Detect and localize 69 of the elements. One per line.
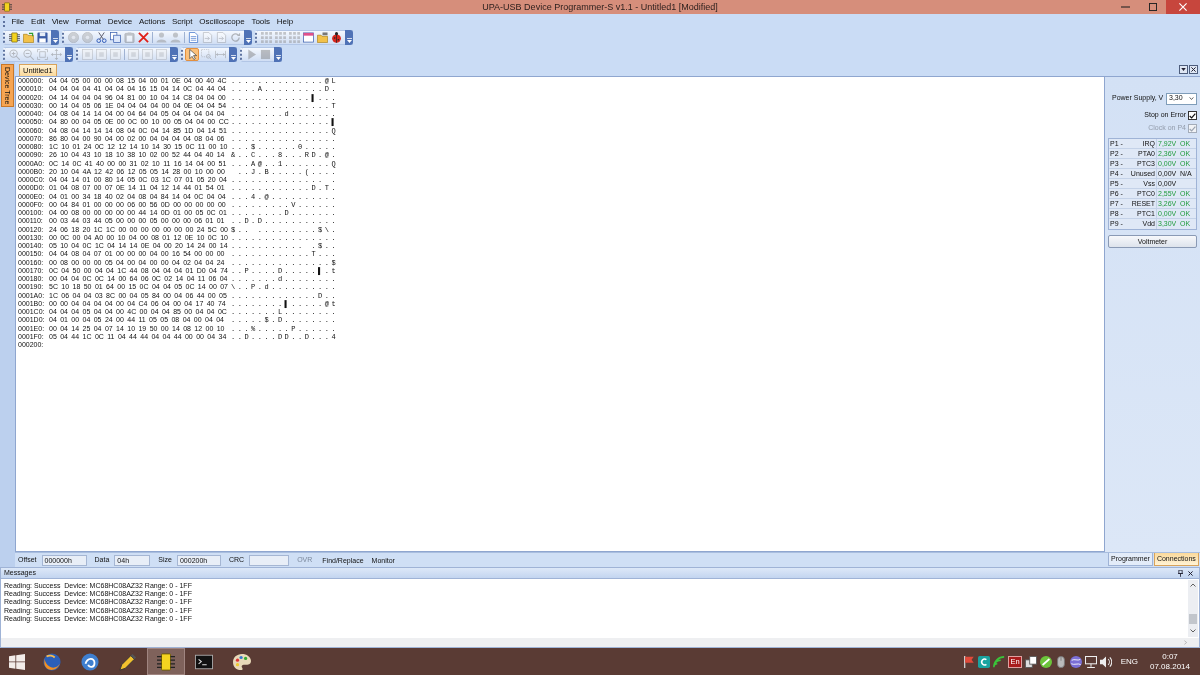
menu-item[interactable]: Oscilloscope bbox=[195, 14, 248, 29]
menu-item[interactable]: Actions bbox=[135, 14, 169, 29]
terminal-icon[interactable] bbox=[195, 652, 213, 671]
flag-icon[interactable] bbox=[963, 655, 976, 668]
window-button[interactable] bbox=[301, 31, 315, 44]
chip-button[interactable] bbox=[7, 31, 21, 44]
menu-item[interactable]: File bbox=[8, 14, 28, 29]
taskbar-app[interactable] bbox=[147, 648, 185, 675]
copy-button[interactable] bbox=[108, 31, 122, 44]
chevron-icon[interactable] bbox=[66, 54, 72, 60]
windows-logo-icon[interactable] bbox=[8, 653, 25, 670]
overflow-button[interactable] bbox=[170, 46, 178, 62]
pencil-icon[interactable] bbox=[119, 652, 137, 671]
mouse-icon[interactable] bbox=[1054, 655, 1067, 668]
globe-icon[interactable] bbox=[1069, 655, 1082, 668]
speaker-icon[interactable] bbox=[1099, 655, 1112, 668]
window-title: UPA-USB Device Programmer-S v1.1 - Untitled1 [Modified] bbox=[482, 0, 718, 14]
minimize-icon bbox=[1121, 6, 1130, 8]
close-icon bbox=[1179, 3, 1187, 11]
cross-button[interactable] bbox=[136, 31, 150, 44]
maximize-icon bbox=[1148, 3, 1157, 11]
vertical-scrollbar[interactable] bbox=[1188, 580, 1198, 637]
menu-item[interactable]: Edit bbox=[27, 14, 49, 29]
window-stack-icon[interactable] bbox=[1024, 655, 1037, 668]
chip-icon bbox=[2, 2, 12, 12]
close-icon[interactable] bbox=[1188, 570, 1193, 576]
dropdown-button[interactable] bbox=[1179, 64, 1188, 74]
caret-icon[interactable] bbox=[1181, 67, 1186, 71]
status-field[interactable] bbox=[249, 554, 290, 566]
floppy-disk-button[interactable] bbox=[35, 31, 49, 44]
chip-icon[interactable] bbox=[157, 652, 175, 671]
language-indicator[interactable]: ENG bbox=[1120, 656, 1138, 667]
overflow-button[interactable] bbox=[229, 46, 237, 62]
overflow-button[interactable] bbox=[51, 30, 59, 45]
tile-icon[interactable] bbox=[978, 655, 991, 668]
scissors-button[interactable] bbox=[94, 31, 108, 44]
menu-item[interactable]: Tools bbox=[248, 14, 274, 29]
chevron-icon[interactable] bbox=[245, 38, 251, 43]
bug-button[interactable] bbox=[329, 31, 343, 44]
menu-item[interactable]: Format bbox=[72, 14, 105, 29]
signal-icon[interactable] bbox=[993, 655, 1006, 668]
monitor-icon[interactable] bbox=[1084, 655, 1097, 668]
folder-tool-button[interactable] bbox=[315, 31, 329, 44]
page-button[interactable] bbox=[186, 31, 200, 44]
chevron-icon[interactable] bbox=[52, 38, 58, 43]
menu-item[interactable]: Device bbox=[104, 14, 136, 29]
menu-item[interactable]: Help bbox=[273, 14, 297, 29]
swirl-icon[interactable] bbox=[81, 652, 99, 671]
clock-date[interactable]: 07.08.2014 bbox=[1149, 661, 1190, 672]
palette-icon[interactable] bbox=[233, 652, 251, 671]
menu-item[interactable]: Script bbox=[168, 14, 196, 29]
caret-icon bbox=[1189, 97, 1194, 100]
clock-time[interactable]: 0:07 bbox=[1162, 651, 1178, 662]
pin-icon[interactable] bbox=[1178, 569, 1183, 577]
chevron-icon[interactable] bbox=[346, 38, 352, 43]
horizontal-scrollbar[interactable] bbox=[1, 638, 1199, 647]
pointer-button[interactable] bbox=[185, 47, 199, 61]
globe-icon[interactable] bbox=[43, 652, 61, 671]
checkbox[interactable] bbox=[1188, 111, 1197, 120]
overflow-button[interactable] bbox=[274, 46, 282, 62]
chevron-icon[interactable] bbox=[230, 54, 236, 60]
overflow-button[interactable] bbox=[65, 46, 73, 62]
chevron-icon[interactable] bbox=[275, 54, 281, 60]
folder-button[interactable] bbox=[21, 31, 35, 44]
overflow-button[interactable] bbox=[244, 30, 252, 45]
menu-item[interactable]: View bbox=[48, 14, 73, 29]
overflow-button[interactable] bbox=[345, 30, 353, 45]
ball-icon[interactable] bbox=[1039, 655, 1052, 668]
chevron-icon[interactable] bbox=[171, 54, 177, 60]
